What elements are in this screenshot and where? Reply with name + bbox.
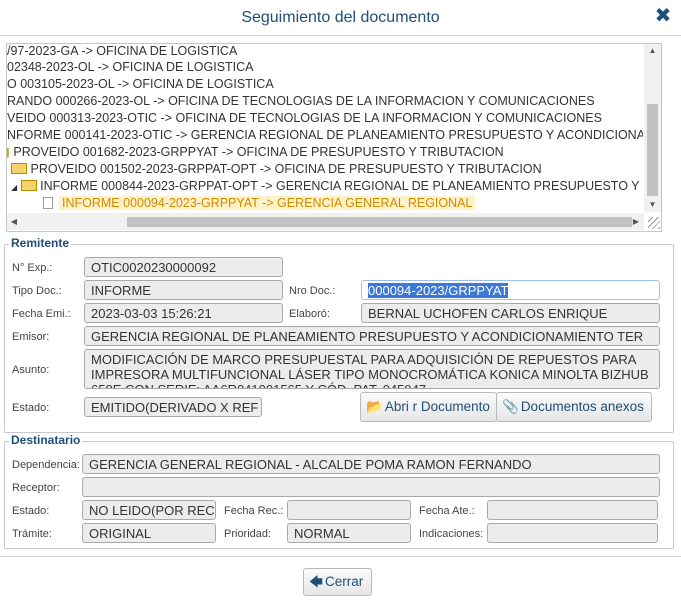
fechaemi-field[interactable]: 2023-03-03 15:26:21 (84, 303, 283, 323)
tramite-field[interactable]: ORIGINAL (82, 523, 216, 543)
tree-horizontal-scrollbar[interactable]: ◀ ▶ (7, 213, 644, 230)
tree-node[interactable]: PROVEIDO 001502-2023-GRPPAT-OPT -> OFICI… (11, 161, 542, 178)
tipodoc-label: Tipo Doc.: (12, 285, 62, 297)
scroll-thumb[interactable] (127, 217, 632, 227)
tree-node-selected[interactable]: INFORME 000094-2023-GRPPYAT -> GERENCIA … (43, 195, 476, 212)
tree-vertical-scrollbar[interactable]: ▲ ▼ (644, 44, 661, 212)
folder-open-icon: 📂 (366, 399, 383, 414)
fechaemi-label: Fecha Emi.: (12, 308, 71, 320)
collapse-triangle-icon[interactable]: ◢ (11, 183, 17, 192)
nexp-label: N° Exp.: (12, 262, 53, 274)
prioridad-label: Prioridad: (224, 528, 272, 540)
receptor-field[interactable] (82, 477, 660, 497)
tree-node[interactable]: RANDO 000266-2023-OL -> OFICINA DE TECNO… (7, 93, 595, 110)
receptor-label: Receptor: (12, 482, 60, 494)
indicaciones-label: Indicaciones: (419, 528, 484, 540)
estado-field[interactable]: EMITIDO(DERIVADO X REF (84, 397, 262, 417)
tree-node[interactable]: VEIDO 000313-2023-OTIC -> OFICINA DE TEC… (7, 110, 602, 127)
scroll-down-icon[interactable]: ▼ (644, 198, 661, 212)
folder-open-icon (20, 180, 37, 191)
scroll-thumb[interactable] (647, 104, 658, 196)
tree-node[interactable]: O 003105-2023-OL -> OFICINA DE LOGISTICA (7, 76, 274, 93)
nexp-field[interactable]: OTIC0020230000092 (84, 257, 283, 277)
folder-open-icon (11, 163, 27, 174)
scroll-up-icon[interactable]: ▲ (644, 44, 661, 58)
emisor-field[interactable]: GERENCIA REGIONAL DE PLANEAMIENTO PRESUP… (84, 326, 660, 346)
destinatario-legend: Destinatario (9, 433, 83, 447)
dependencia-label: Dependencia: (12, 459, 80, 471)
tree-node[interactable]: ▮ PROVEIDO 001682-2023-GRPPYAT -> OFICIN… (7, 144, 504, 161)
scroll-left-icon[interactable]: ◀ (7, 213, 21, 230)
folder-icon: ▮ (7, 145, 10, 159)
remitente-legend: Remitente (9, 236, 72, 250)
arrow-left-icon: 🡄 (309, 574, 323, 589)
document-icon (43, 197, 53, 209)
tree-node[interactable]: 02348-2023-OL -> OFICINA DE LOGISTICA (7, 59, 254, 76)
fecharec-field[interactable] (287, 500, 411, 520)
paperclip-icon: 📎 (502, 399, 519, 414)
dependencia-field[interactable]: GERENCIA GENERAL REGIONAL - ALCALDE POMA… (82, 454, 660, 474)
asunto-label: Asunto: (12, 364, 50, 376)
tree-node[interactable]: NFORME 000141-2023-OTIC -> GERENCIA REGI… (7, 127, 643, 144)
dialog-title: Seguimiento del documento (241, 9, 440, 26)
dest-estado-field[interactable]: NO LEIDO(POR REC (82, 500, 216, 520)
prioridad-field[interactable]: NORMAL (287, 523, 411, 543)
document-tree[interactable]: /97-2023-GA -> OFICINA DE LOGISTICA 0234… (6, 43, 662, 232)
documentos-anexos-button[interactable]: 📎 Documentos anexos (496, 392, 652, 422)
close-icon[interactable]: ✖ (652, 5, 674, 27)
indicaciones-field[interactable] (487, 523, 658, 543)
tramite-label: Trámite: (12, 528, 52, 540)
nrodoc-label: Nro Doc.: (289, 285, 336, 297)
nrodoc-field[interactable]: 000094-2023/GRPPYAT (361, 280, 660, 300)
tree-node[interactable]: /97-2023-GA -> OFICINA DE LOGISTICA (7, 44, 237, 60)
dialog-footer: 🡄 Cerrar (0, 556, 681, 601)
fechaate-field[interactable] (487, 500, 658, 520)
elaboro-field[interactable]: BERNAL UCHOFEN CARLOS ENRIQUE (361, 303, 660, 323)
fecharec-label: Fecha Rec.: (224, 505, 284, 517)
elaboro-label: Elaboró: (289, 308, 330, 320)
abrir-documento-button[interactable]: 📂 Abri r Documento (360, 392, 497, 422)
asunto-field[interactable]: MODIFICACIÓN DE MARCO PRESUPUESTAL PARA … (84, 349, 660, 389)
tipodoc-field[interactable]: INFORME (84, 280, 283, 300)
dialog-titlebar: Seguimiento del documento ✖ (0, 0, 681, 36)
cerrar-button[interactable]: 🡄 Cerrar (303, 568, 372, 596)
dest-estado-label: Estado: (12, 505, 50, 517)
tree-node[interactable]: ◢ INFORME 000844-2023-GRPPAT-OPT -> GERE… (11, 178, 640, 195)
tree-viewport: /97-2023-GA -> OFICINA DE LOGISTICA 0234… (7, 44, 643, 212)
emisor-label: Emisor: (12, 331, 50, 343)
scroll-right-icon[interactable]: ▶ (629, 213, 643, 230)
estado-label: Estado: (12, 402, 50, 414)
fechaate-label: Fecha Ate.: (419, 505, 475, 517)
resize-grip-icon[interactable] (648, 217, 660, 229)
